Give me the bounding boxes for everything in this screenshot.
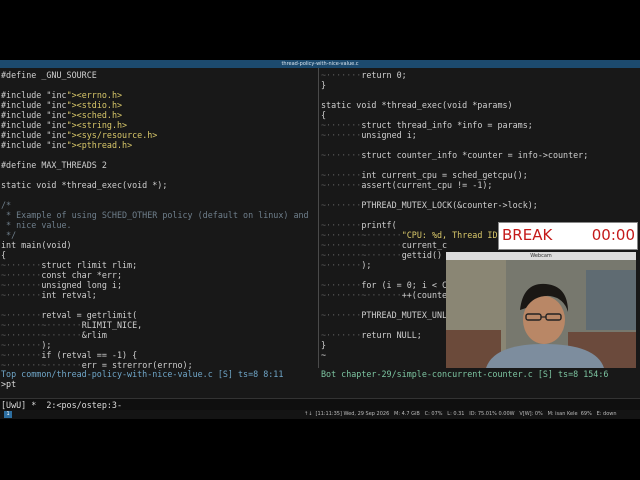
webcam-title-bar[interactable]: Webcam	[446, 252, 636, 260]
taskbar: 1 ↑↓ [11:11:35] Wed, 29 Sep 2026 M: 4.7 …	[0, 410, 640, 419]
webcam-image	[446, 260, 636, 368]
code-line[interactable]: #include "inc"><stdio.h>	[1, 100, 309, 110]
code-line[interactable]	[321, 190, 588, 200]
code-line[interactable]: * Example of using SCHED_OTHER policy (d…	[1, 210, 309, 220]
command-line[interactable]: >pt	[1, 379, 16, 389]
system-info: ↑↓ [11:11:35] Wed, 29 Sep 2026 M: 4.7 Gi…	[304, 411, 617, 417]
code-line[interactable]: #include "inc"><string.h>	[1, 120, 309, 130]
window-title-bar: thread-policy-with-nice-value.c	[0, 60, 640, 68]
code-line[interactable]: {	[1, 250, 309, 260]
code-line[interactable]	[1, 300, 309, 310]
code-line[interactable]: ~·······int current_cpu = sched_getcpu()…	[321, 170, 588, 180]
code-line[interactable]: static void *thread_exec(void *params)	[321, 100, 588, 110]
code-line[interactable]	[321, 140, 588, 150]
workspace-button[interactable]: 1	[4, 411, 12, 418]
code-line[interactable]: ~·······return 0;	[321, 70, 588, 80]
code-line[interactable]: int main(void)	[1, 240, 309, 250]
tmux-status-text: [UwU] * 2:<pos/ostep:3-	[1, 400, 123, 410]
code-line[interactable]	[321, 210, 588, 220]
code-line[interactable]: * nice value.	[1, 220, 309, 230]
code-line[interactable]	[321, 90, 588, 100]
code-line[interactable]: ~·······~·······RLIMIT_NICE,	[1, 320, 309, 330]
code-line[interactable]	[321, 160, 588, 170]
code-line[interactable]: ~·······assert(current_cpu != -1);	[321, 180, 588, 190]
left-code-view[interactable]: #define _GNU_SOURCE #include "inc"><errno…	[1, 70, 309, 370]
break-timer: BREAK 00:00	[498, 222, 638, 250]
code-line[interactable]: static void *thread_exec(void *);	[1, 180, 309, 190]
webcam-title: Webcam	[530, 253, 552, 259]
code-line[interactable]: ~·······struct rlimit rlim;	[1, 260, 309, 270]
code-line[interactable]: }	[321, 80, 588, 90]
code-line[interactable]: ~·······if (retval == -1) {	[1, 350, 309, 360]
code-line[interactable]	[1, 170, 309, 180]
code-line[interactable]: ~·······const char *err;	[1, 270, 309, 280]
code-line[interactable]: /*	[1, 200, 309, 210]
code-line[interactable]: ~·······unsigned long i;	[1, 280, 309, 290]
code-line[interactable]: #define MAX_THREADS 2	[1, 160, 309, 170]
code-line[interactable]: */	[1, 230, 309, 240]
code-line[interactable]: {	[321, 110, 588, 120]
code-line[interactable]: ~·······int retval;	[1, 290, 309, 300]
left-status-line: Top common/thread-policy-with-nice-value…	[1, 369, 284, 379]
code-line[interactable]: #define _GNU_SOURCE	[1, 70, 309, 80]
code-line[interactable]	[1, 150, 309, 160]
code-line[interactable]: #include "inc"><sys/resource.h>	[1, 130, 309, 140]
code-line[interactable]: ~·······PTHREAD_MUTEX_LOCK(&counter->loc…	[321, 200, 588, 210]
code-line[interactable]: ~·······);	[1, 340, 309, 350]
code-line[interactable]: ~·······struct thread_info *info = param…	[321, 120, 588, 130]
webcam-feed	[446, 260, 636, 368]
timer-time: 00:00	[591, 226, 635, 244]
code-line[interactable]	[1, 80, 309, 90]
code-line[interactable]: ~·······~·······&rlim	[1, 330, 309, 340]
code-line[interactable]: ~·······unsigned i;	[321, 130, 588, 140]
code-line[interactable]: #include "inc"><errno.h>	[1, 90, 309, 100]
pane-divider[interactable]	[318, 68, 319, 368]
code-line[interactable]: ~·······retval = getrlimit(	[1, 310, 309, 320]
right-status-line: Bot chapter-29/simple-concurrent-counter…	[321, 369, 609, 379]
code-line[interactable]	[1, 190, 309, 200]
code-line[interactable]: #include "inc"><pthread.h>	[1, 140, 309, 150]
window-title: thread-policy-with-nice-value.c	[281, 61, 359, 67]
timer-label: BREAK	[502, 226, 553, 244]
code-line[interactable]: ~·······struct counter_info *counter = i…	[321, 150, 588, 160]
code-line[interactable]: #include "inc"><sched.h>	[1, 110, 309, 120]
